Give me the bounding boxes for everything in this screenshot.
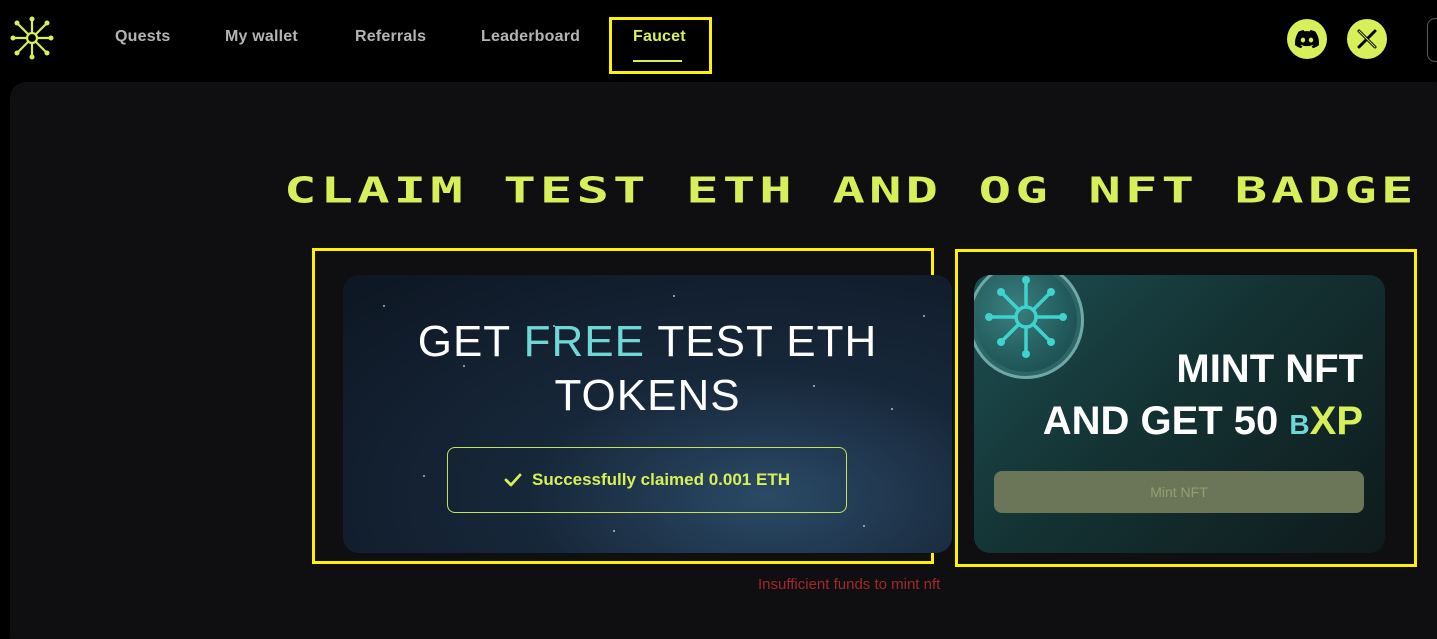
discord-icon [1295,30,1319,48]
nft-coin-image [974,275,1084,379]
eth-card-title-line2: TOKENS [554,371,741,420]
nft-title-b: B [1289,409,1310,440]
mint-error-message: Insufficient funds to mint nft [758,576,941,593]
page-headline: CLAIM TEST ETH AND OG NFT BADGE [284,170,1418,212]
free-eth-card: GET FREE TEST ETH TOKENS Successfully cl… [343,275,952,553]
nft-card-title-line2: AND GET 50 BXP [1043,395,1363,451]
nft-card-title-line1: MINT NFT [1176,347,1363,391]
x-twitter-button[interactable] [1347,19,1387,59]
eth-card-title-line1: GET FREE TEST ETH [343,315,952,369]
x-icon [1357,29,1377,49]
nft-title-and-get: AND GET 50 [1042,399,1290,443]
checkmark-icon [504,473,522,487]
claim-status-text: Successfully claimed 0.001 ETH [532,470,790,489]
nft-title-xp: XP [1309,399,1363,443]
logo-icon[interactable] [10,16,54,60]
nav-leaderboard[interactable]: Leaderboard [481,28,580,46]
eth-title-test-eth: TEST ETH [644,317,878,366]
eth-title-get: GET [417,317,524,366]
top-navigation-bar: Quests My wallet Referrals Leaderboard F… [0,0,1437,82]
nav-referrals[interactable]: Referrals [355,28,426,46]
claim-status-box: Successfully claimed 0.001 ETH [447,447,847,513]
mint-nft-card: MINT NFT AND GET 50 BXP Mint NFT [974,275,1385,553]
discord-button[interactable] [1287,19,1327,59]
mint-nft-button[interactable]: Mint NFT [994,471,1364,513]
highlight-box-faucet [609,17,712,74]
eth-title-free: FREE [523,317,645,366]
nav-quests[interactable]: Quests [115,28,170,46]
wallet-connect-button[interactable] [1427,18,1437,62]
nav-my-wallet[interactable]: My wallet [225,28,298,46]
